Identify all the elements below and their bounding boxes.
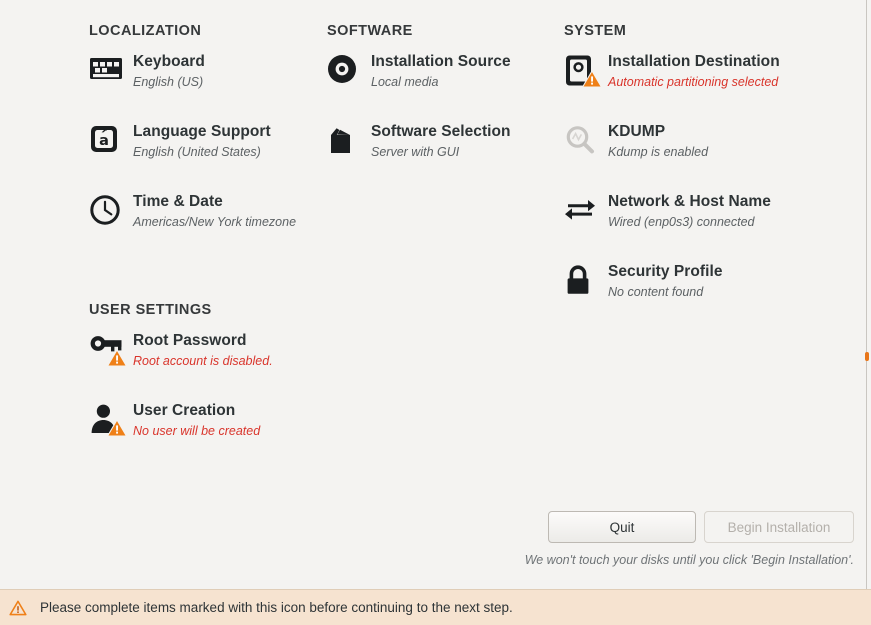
hub-item-text: Installation Destination Automatic partit… <box>608 52 780 91</box>
section-title-localization: LOCALIZATION <box>89 20 201 42</box>
hub-item-text: KDUMP Kdump is enabled <box>608 122 708 161</box>
hub-item-text: Language Support English (United States) <box>133 122 271 161</box>
section-items-software: Installation Source Local media Software S… <box>327 52 557 192</box>
hub-item-time-and-date[interactable]: Time & Date Americas/New York timezone <box>89 192 319 262</box>
hub-item-user-creation[interactable]: User Creation No user will be created <box>89 401 319 471</box>
warning-bar-message: Please complete items marked with this i… <box>40 600 513 615</box>
begin-installation-button[interactable]: Begin Installation <box>704 511 854 543</box>
lock-icon <box>564 262 608 304</box>
hub-item-text: Software Selection Server with GUI <box>371 122 511 161</box>
hub-item-text: Keyboard English (US) <box>133 52 205 91</box>
package-icon <box>327 122 371 164</box>
section-title-software: SOFTWARE <box>327 20 413 42</box>
hub-item-text: Root Password Root account is disabled. <box>133 331 273 370</box>
section-items-user-settings: Root Password Root account is disabled. Us… <box>89 331 319 471</box>
key-icon <box>89 331 133 373</box>
scrollbar-thumb[interactable] <box>865 352 869 361</box>
magnifier-icon <box>564 122 608 164</box>
hub-item-text: Installation Source Local media <box>371 52 511 91</box>
hub-item-title: Keyboard <box>133 52 205 72</box>
hub-item-status: English (United States) <box>133 144 271 161</box>
hub-item-status: Automatic partitioning selected <box>608 74 780 91</box>
network-arrows-icon <box>564 192 608 234</box>
hub-item-installation-source[interactable]: Installation Source Local media <box>327 52 557 122</box>
section-title-system: SYSTEM <box>564 20 626 42</box>
hub-item-status: No content found <box>608 284 723 301</box>
hub-item-root-password[interactable]: Root Password Root account is disabled. <box>89 331 319 401</box>
disks-note: We won't touch your disks until you clic… <box>525 553 854 567</box>
warning-badge-icon <box>107 349 127 367</box>
hub-item-title: Language Support <box>133 122 271 142</box>
hub-item-title: Time & Date <box>133 192 296 212</box>
clock-icon <box>89 192 133 234</box>
hub-item-kdump[interactable]: KDUMP Kdump is enabled <box>564 122 844 192</box>
hub-item-status: English (US) <box>133 74 205 91</box>
scrollbar-track <box>866 0 867 589</box>
keyboard-icon <box>89 52 133 94</box>
hub-item-title: Security Profile <box>608 262 723 282</box>
disc-icon <box>327 52 371 94</box>
hub-item-title: User Creation <box>133 401 260 421</box>
hub-scroll-area[interactable]: LOCALIZATION Keyboard English (US) a Languag… <box>0 0 871 589</box>
bottom-warning-bar: Please complete items marked with this i… <box>0 589 871 625</box>
hub-item-status: Wired (enp0s3) connected <box>608 214 771 231</box>
hub-item-software-selection[interactable]: Software Selection Server with GUI <box>327 122 557 192</box>
hub-item-text: Network & Host Name Wired (enp0s3) connec… <box>608 192 771 231</box>
hub-item-text: User Creation No user will be created <box>133 401 260 440</box>
hub-item-title: KDUMP <box>608 122 708 142</box>
hub-item-title: Installation Source <box>371 52 511 72</box>
warning-badge-icon <box>582 70 602 88</box>
user-icon <box>89 401 133 443</box>
svg-text:a: a <box>99 133 109 149</box>
hub-item-text: Time & Date Americas/New York timezone <box>133 192 296 231</box>
hub-item-keyboard[interactable]: Keyboard English (US) <box>89 52 319 122</box>
hub-item-status: Americas/New York timezone <box>133 214 296 231</box>
hub-item-title: Software Selection <box>371 122 511 142</box>
hub-item-status: Local media <box>371 74 511 91</box>
harddrive-icon <box>564 52 608 94</box>
hub-item-title: Network & Host Name <box>608 192 771 212</box>
hub-item-status: No user will be created <box>133 423 260 440</box>
quit-button[interactable]: Quit <box>548 511 696 543</box>
installation-summary-screen: LOCALIZATION Keyboard English (US) a Languag… <box>0 0 871 625</box>
action-buttons: Quit Begin Installation <box>548 511 854 543</box>
hub-item-status: Kdump is enabled <box>608 144 708 161</box>
hub-item-security-profile[interactable]: Security Profile No content found <box>564 262 844 332</box>
section-items-system: Installation Destination Automatic partit… <box>564 52 844 332</box>
hub-item-language-support[interactable]: a Language Support English (United States) <box>89 122 319 192</box>
hub-item-title: Root Password <box>133 331 273 351</box>
action-bar: Quit Begin Installation We won't touch y… <box>443 499 863 589</box>
section-items-localization: Keyboard English (US) a Language Support Eng… <box>89 52 319 262</box>
hub-item-text: Security Profile No content found <box>608 262 723 301</box>
hub-item-network-and-host-name[interactable]: Network & Host Name Wired (enp0s3) connec… <box>564 192 844 262</box>
section-title-user-settings: USER SETTINGS <box>89 299 212 321</box>
warning-badge-icon <box>107 419 127 437</box>
language-icon: a <box>89 122 133 164</box>
hub-item-status: Server with GUI <box>371 144 511 161</box>
warning-triangle-icon <box>7 598 29 618</box>
hub-item-installation-destination[interactable]: Installation Destination Automatic partit… <box>564 52 844 122</box>
hub-item-status: Root account is disabled. <box>133 353 273 370</box>
hub-item-title: Installation Destination <box>608 52 780 72</box>
